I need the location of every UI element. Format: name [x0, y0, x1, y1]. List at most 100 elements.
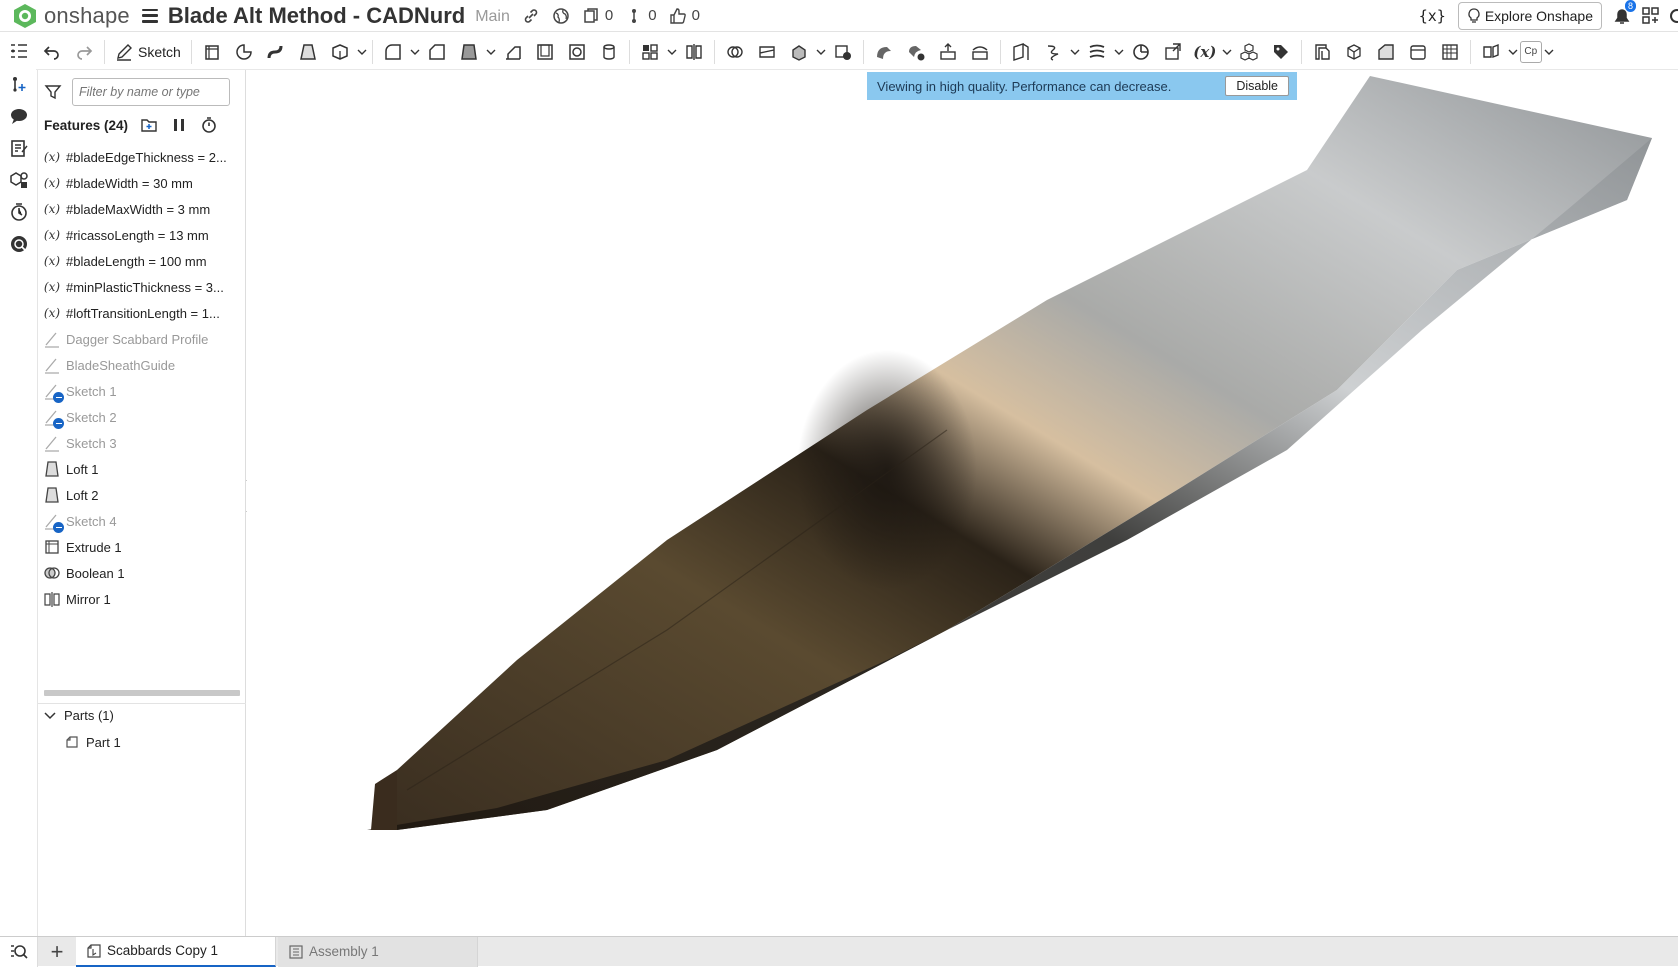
notes-icon[interactable] — [9, 138, 29, 158]
helix-button[interactable] — [1038, 37, 1068, 67]
custom-feature-button[interactable]: Cp — [1519, 40, 1542, 63]
globe-icon[interactable] — [552, 7, 570, 25]
feature-item[interactable]: (x) #bladeMaxWidth = 3 mm — [42, 196, 242, 222]
feature-item[interactable]: (x) #bladeEdgeThickness = 2... — [42, 144, 242, 170]
mirror-button[interactable] — [679, 37, 709, 67]
replace-face-button[interactable] — [965, 37, 995, 67]
app-grid-icon[interactable] — [1642, 7, 1660, 25]
feature-item[interactable]: Sketch 3 — [42, 430, 242, 456]
graphics-viewport[interactable]: Viewing in high quality. Performance can… — [247, 70, 1678, 936]
plane-button[interactable] — [1006, 37, 1036, 67]
render-studio-icon[interactable] — [9, 234, 29, 254]
disable-button[interactable]: Disable — [1225, 76, 1289, 96]
pattern-dropdown[interactable] — [666, 37, 678, 67]
sketch-button[interactable]: Sketch — [109, 43, 187, 61]
feature-script-icon[interactable]: {x} — [1419, 7, 1446, 25]
comments-icon[interactable] — [9, 106, 29, 126]
feature-item[interactable]: (x) #bladeWidth = 30 mm — [42, 170, 242, 196]
versions-counter[interactable]: 0 — [582, 7, 613, 25]
filter-icon[interactable] — [44, 83, 62, 101]
variable-button[interactable]: (x) — [1190, 37, 1220, 67]
feature-list-icon[interactable] — [9, 42, 29, 62]
variable-dropdown[interactable] — [1221, 37, 1233, 67]
hole-button[interactable] — [562, 37, 592, 67]
feature-item[interactable]: (x) #bladeLength = 100 mm — [42, 248, 242, 274]
explore-onshape-button[interactable]: Explore Onshape — [1457, 2, 1602, 30]
feature-item[interactable]: Sketch 2 — [42, 404, 242, 430]
feature-item[interactable]: Boolean 1 — [42, 560, 242, 586]
settings-gear-icon[interactable] — [1668, 7, 1678, 25]
tab-assembly[interactable]: Assembly 1 — [278, 936, 478, 967]
pause-icon[interactable] — [170, 116, 188, 134]
pattern-button[interactable] — [635, 37, 665, 67]
boolean-button[interactable] — [720, 37, 750, 67]
enclose-button[interactable] — [1403, 37, 1433, 67]
import-button[interactable] — [1158, 37, 1188, 67]
link-icon[interactable] — [522, 7, 540, 25]
thicken-button[interactable] — [325, 37, 355, 67]
add-folder-icon[interactable] — [140, 116, 158, 134]
feature-item[interactable]: Extrude 1 — [42, 534, 242, 560]
add-tab-button[interactable]: + — [38, 937, 76, 967]
feature-item[interactable]: Loft 2 — [42, 482, 242, 508]
chamfer-button[interactable] — [422, 37, 452, 67]
feature-item[interactable]: (x) #loftTransitionLength = 1... — [42, 300, 242, 326]
tab-search-button[interactable] — [0, 936, 38, 967]
transform-dropdown[interactable] — [815, 37, 827, 67]
feature-item[interactable]: (x) #minPlasticThickness = 3... — [42, 274, 242, 300]
part-list-item[interactable]: Part 1 — [64, 734, 121, 750]
configurations-icon[interactable] — [9, 170, 29, 190]
custom-feature-dropdown[interactable] — [1543, 37, 1555, 67]
loft-button[interactable] — [293, 37, 323, 67]
onshape-logo[interactable]: onshape — [12, 3, 130, 29]
frame-button[interactable] — [1339, 37, 1369, 67]
undo-button[interactable] — [37, 37, 67, 67]
fillet-dropdown[interactable] — [409, 37, 421, 67]
feature-item[interactable]: Sketch 4 — [42, 508, 242, 534]
feature-item[interactable]: Mirror 1 — [42, 586, 242, 612]
draft-dropdown[interactable] — [485, 37, 497, 67]
feature-item[interactable]: (x) #ricassoLength = 13 mm — [42, 222, 242, 248]
sheet-metal-button[interactable] — [1307, 37, 1337, 67]
section-dropdown[interactable] — [1507, 37, 1519, 67]
tag-button[interactable] — [1266, 37, 1296, 67]
transform-button[interactable] — [784, 37, 814, 67]
history-icon[interactable] — [9, 202, 29, 222]
feature-item[interactable]: Sketch 1 — [42, 378, 242, 404]
revolve-button[interactable] — [229, 37, 259, 67]
fillet-button[interactable] — [378, 37, 408, 67]
thicken-dropdown[interactable] — [356, 37, 368, 67]
surface-button[interactable] — [1435, 37, 1465, 67]
wrap-button[interactable] — [1371, 37, 1401, 67]
tab-part-studio[interactable]: Scabbards Copy 1 — [76, 936, 276, 967]
document-title[interactable]: Blade Alt Method - CADNurd — [168, 3, 465, 29]
parts-header[interactable]: Parts (1) — [44, 708, 114, 723]
feature-item[interactable]: Dagger Scabbard Profile — [42, 326, 242, 352]
shell-button[interactable] — [530, 37, 560, 67]
stopwatch-icon[interactable] — [200, 116, 218, 134]
notifications-button[interactable]: 8 — [1612, 0, 1636, 26]
rib-button[interactable] — [498, 37, 528, 67]
delete-face-button[interactable] — [901, 37, 931, 67]
likes-counter[interactable]: 0 — [669, 7, 700, 25]
feature-filter-input[interactable] — [72, 78, 230, 106]
feature-item[interactable]: Loft 1 — [42, 456, 242, 482]
feature-item[interactable]: BladeSheathGuide — [42, 352, 242, 378]
section-button[interactable] — [1476, 37, 1506, 67]
move-face-button[interactable] — [933, 37, 963, 67]
mate-connector-dropdown[interactable] — [1113, 37, 1125, 67]
helix-dropdown[interactable] — [1069, 37, 1081, 67]
modify-fillet-button[interactable] — [869, 37, 899, 67]
composite-part-button[interactable] — [1234, 37, 1264, 67]
delete-part-button[interactable] — [828, 37, 858, 67]
cylinder-button[interactable] — [594, 37, 624, 67]
measure-button[interactable] — [1126, 37, 1156, 67]
draft-button[interactable] — [454, 37, 484, 67]
rollback-bar[interactable] — [44, 690, 240, 696]
redo-button[interactable] — [69, 37, 99, 67]
mate-connector-button[interactable] — [1082, 37, 1112, 67]
branches-counter[interactable]: 0 — [625, 7, 657, 25]
extrude-button[interactable] — [197, 37, 227, 67]
document-menu-icon[interactable] — [141, 8, 158, 23]
sweep-button[interactable] — [261, 37, 291, 67]
